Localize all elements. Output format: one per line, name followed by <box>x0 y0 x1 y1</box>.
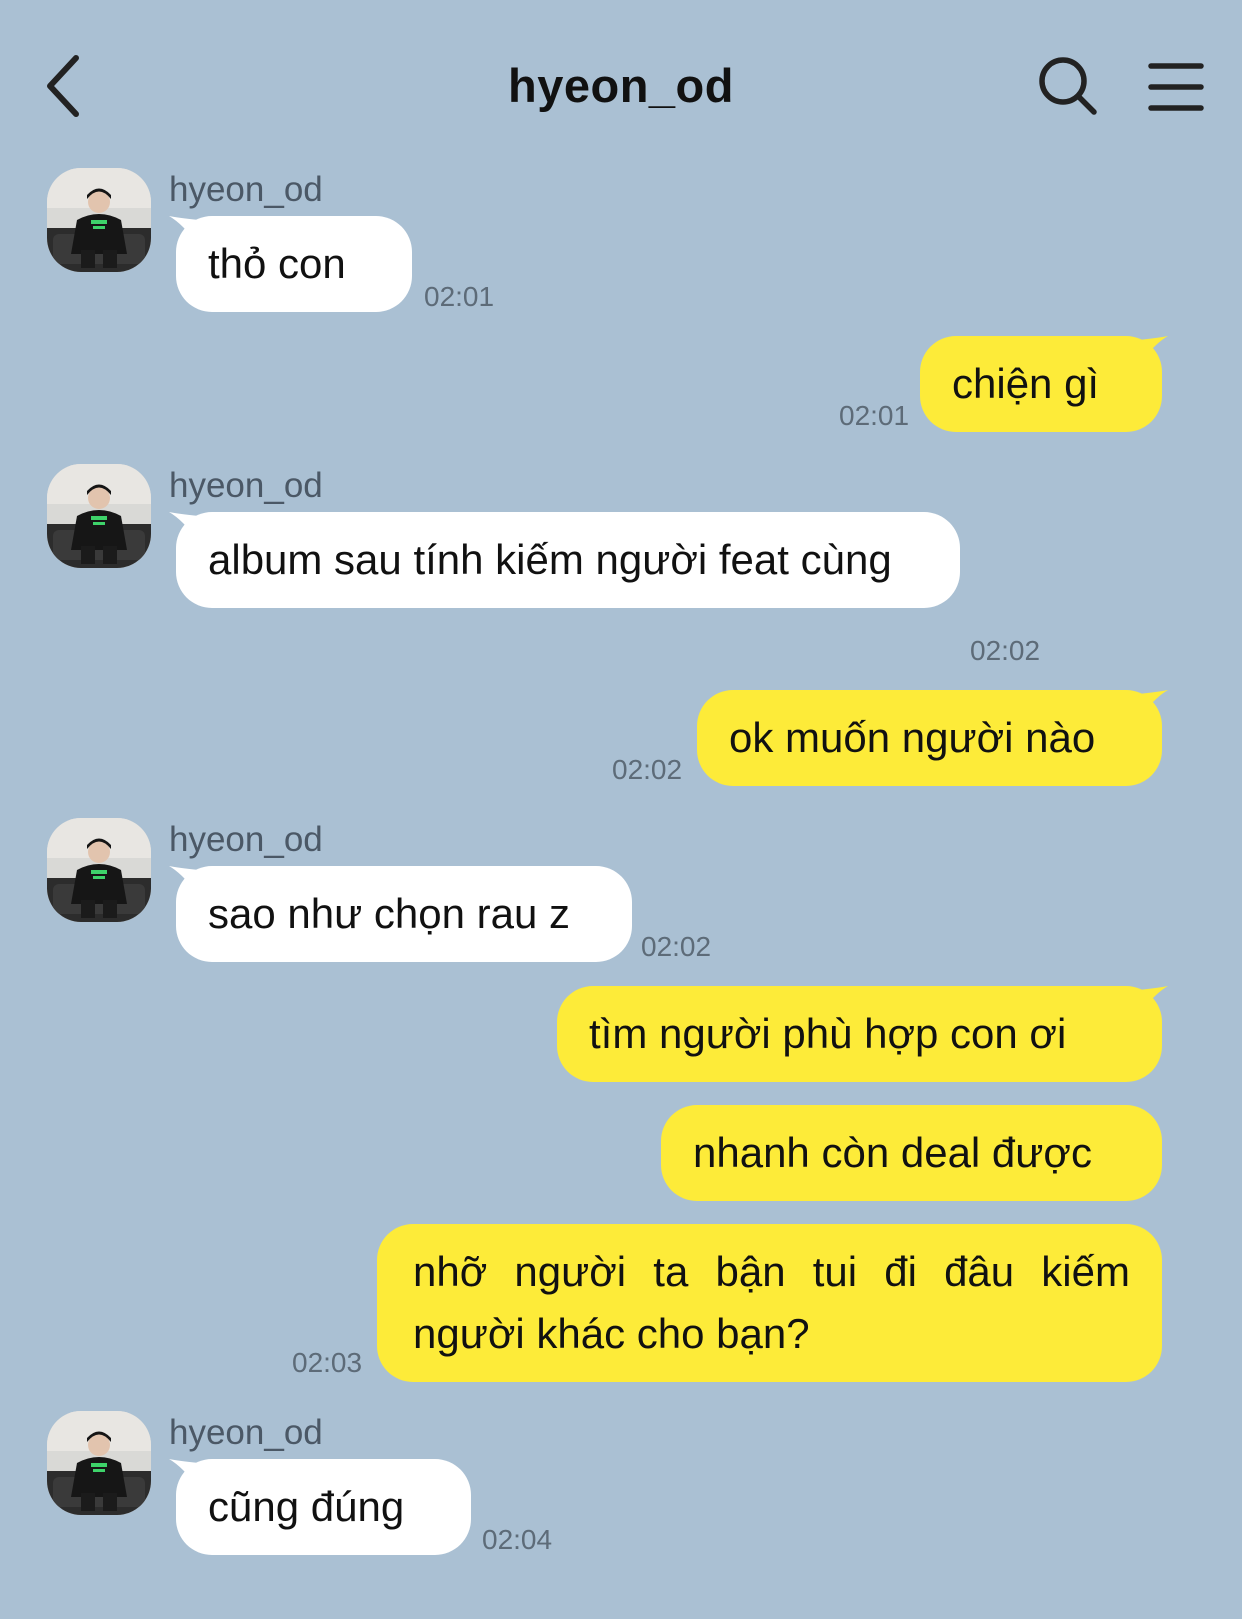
search-icon <box>1039 57 1097 115</box>
message-bubble-outgoing[interactable]: nhanh còn deal được <box>661 1105 1162 1201</box>
message-bubble-outgoing[interactable]: tìm người phù hợp con ơi <box>557 986 1162 1082</box>
hamburger-menu-icon <box>1148 63 1204 111</box>
avatar[interactable] <box>47 464 151 568</box>
sender-name: hyeon_od <box>169 466 323 505</box>
message-bubble-incoming[interactable]: sao như chọn rau z <box>176 866 632 962</box>
chat-header: hyeon_od <box>0 0 1242 170</box>
avatar[interactable] <box>47 818 151 922</box>
message-time: 02:02 <box>970 635 1041 666</box>
message-time: 02:02 <box>612 754 683 785</box>
message-bubble-outgoing[interactable]: ok muốn người nào <box>697 690 1162 786</box>
message-bubble-incoming[interactable]: album sau tính kiếm người feat cùng <box>176 512 960 608</box>
sender-name: hyeon_od <box>169 820 323 859</box>
avatar[interactable] <box>47 1411 151 1515</box>
message-bubble-incoming[interactable]: cũng đúng <box>176 1459 471 1555</box>
message-time: 02:04 <box>482 1524 553 1555</box>
message-time: 02:01 <box>424 281 495 312</box>
message-bubble-outgoing[interactable]: nhỡ người ta bận tui đi đâu kiếm người k… <box>377 1224 1162 1382</box>
message-time: 02:02 <box>641 931 712 962</box>
message-bubble-incoming[interactable]: thỏ con <box>176 216 412 312</box>
message-time: 02:01 <box>839 400 910 431</box>
sender-name: hyeon_od <box>169 1413 323 1452</box>
search-button[interactable] <box>1036 54 1100 118</box>
avatar[interactable] <box>47 168 151 272</box>
sender-name: hyeon_od <box>169 170 323 209</box>
message-bubble-outgoing[interactable]: chiện gì <box>920 336 1162 432</box>
menu-button[interactable] <box>1148 60 1204 114</box>
message-time: 02:03 <box>292 1347 363 1378</box>
